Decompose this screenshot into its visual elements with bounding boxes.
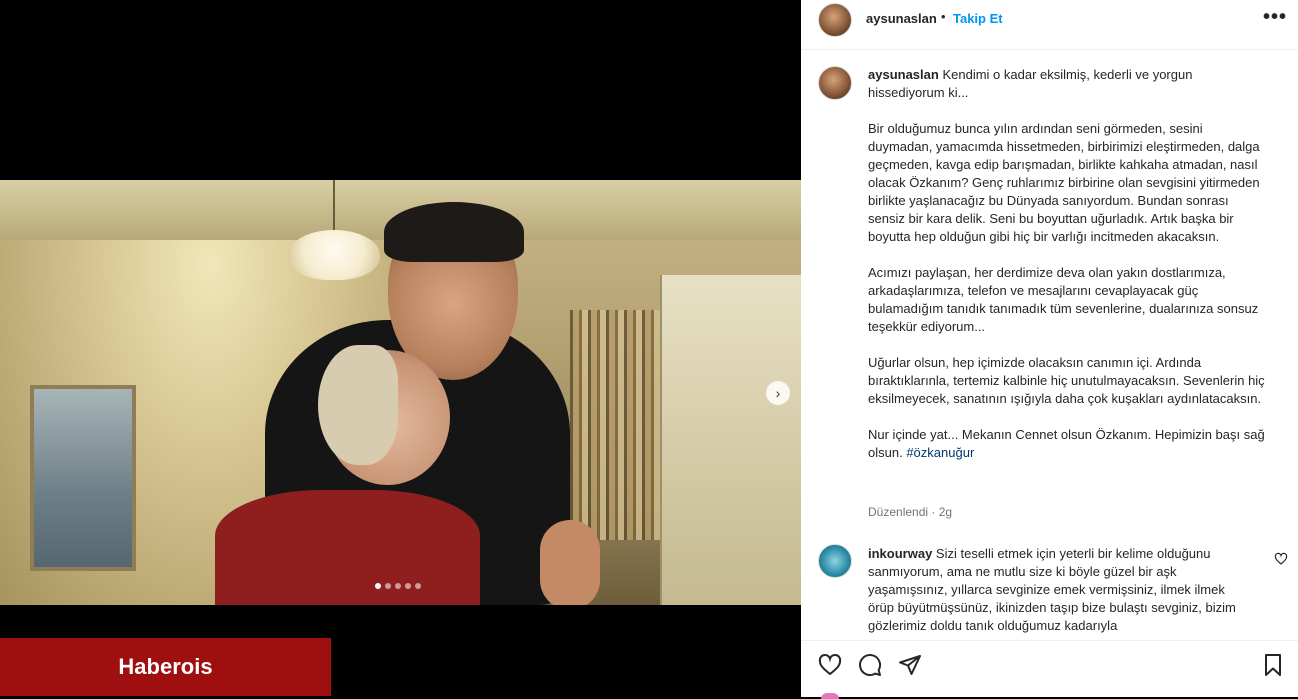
photo-woman-hair xyxy=(318,345,398,465)
caption-paragraph: Uğurlar olsun, hep içimizde olacaksın ca… xyxy=(868,355,1265,406)
more-options-button[interactable]: ••• xyxy=(1263,6,1287,29)
carousel-dot xyxy=(385,583,391,589)
caption-paragraph: Acımızı paylaşan, her derdimize deva ola… xyxy=(868,265,1259,334)
watermark-banner: Haberois xyxy=(0,638,331,696)
post-header: aysunaslan • Takip Et ••• xyxy=(801,0,1298,50)
comment-bubble-icon[interactable] xyxy=(858,653,882,677)
photo-lamp-cord xyxy=(333,180,335,235)
photo-cabinet xyxy=(660,275,801,605)
carousel-dot xyxy=(415,583,421,589)
comment-item: inkourway Sizi teselli etmek için yeterl… xyxy=(868,545,1248,635)
comment-avatar[interactable] xyxy=(818,544,852,578)
header-username[interactable]: aysunaslan xyxy=(866,11,937,26)
header-avatar[interactable] xyxy=(818,3,852,37)
photo-necklaces xyxy=(570,310,660,540)
caption-meta: Düzenlendi · 2g xyxy=(868,505,953,519)
post-media: › Haberois xyxy=(0,0,801,697)
watermark-text: Haberois xyxy=(118,654,213,679)
carousel-next-button[interactable]: › xyxy=(766,381,790,405)
photo-arm xyxy=(540,520,600,605)
follow-button[interactable]: Takip Et xyxy=(953,11,1003,26)
post-actions-bar xyxy=(801,640,1298,699)
carousel-dots xyxy=(375,583,421,589)
save-bookmark-icon[interactable] xyxy=(1261,653,1285,677)
carousel-dot xyxy=(395,583,401,589)
photo-woman-body xyxy=(215,490,480,605)
caption-username[interactable]: aysunaslan xyxy=(868,67,939,82)
post-photo[interactable] xyxy=(0,180,801,605)
photo-man-hair xyxy=(384,202,524,262)
like-heart-icon[interactable] xyxy=(818,653,842,677)
comment-username[interactable]: inkourway xyxy=(868,546,932,561)
caption-avatar[interactable] xyxy=(818,66,852,100)
post-side-panel: aysunaslan • Takip Et ••• aysunaslan Ken… xyxy=(801,0,1298,699)
caption-paragraph: Bir olduğumuz bunca yılın ardından seni … xyxy=(868,121,1260,244)
next-post-thumbnail xyxy=(821,693,839,699)
carousel-dot xyxy=(375,583,381,589)
photo-wall-frame xyxy=(30,385,136,571)
share-paper-plane-icon[interactable] xyxy=(898,653,922,677)
post-caption: aysunaslan Kendimi o kadar eksilmiş, ked… xyxy=(868,66,1268,480)
header-separator: • xyxy=(941,9,946,24)
photo-lamp xyxy=(288,230,380,280)
carousel-dot xyxy=(405,583,411,589)
comment-like-heart-icon[interactable] xyxy=(1274,552,1288,566)
caption-hashtag[interactable]: #özkanuğur xyxy=(906,445,974,460)
